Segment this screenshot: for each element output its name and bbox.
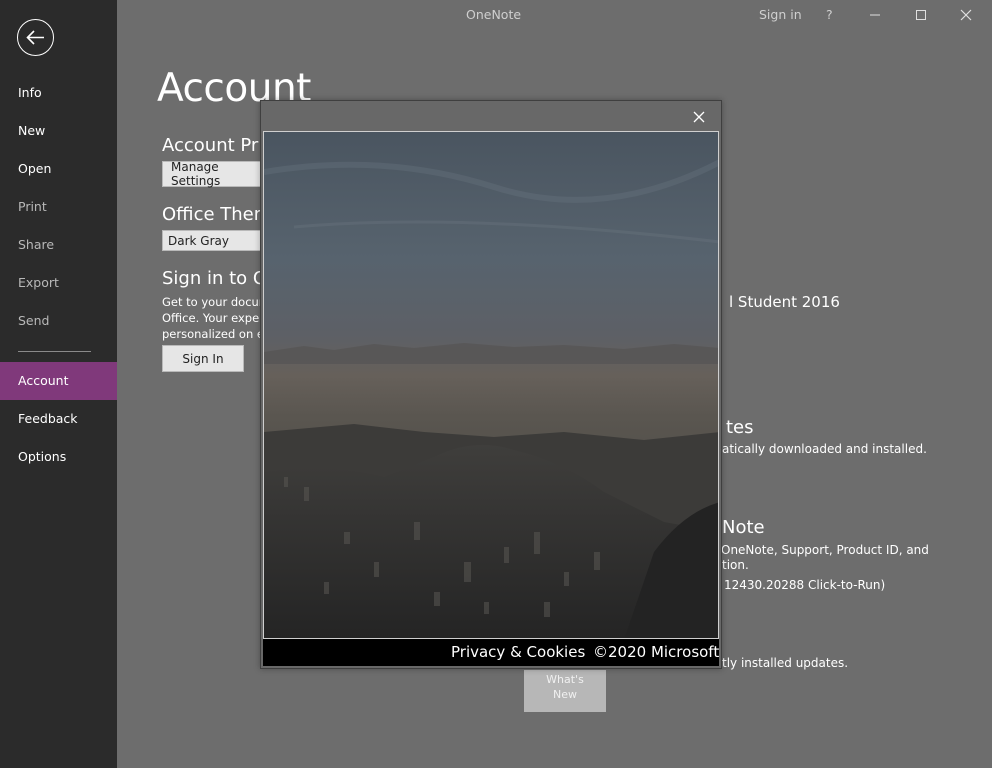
dialog-close-button[interactable] bbox=[689, 107, 709, 127]
help-button[interactable]: ? bbox=[826, 7, 833, 22]
whats-new-button[interactable]: What's New bbox=[524, 670, 606, 712]
sign-in-dialog: Privacy & Cookies ©2020 Microsoft bbox=[260, 100, 722, 669]
about-onenote-heading: Note bbox=[722, 517, 765, 538]
office-updates-heading: tes bbox=[726, 417, 754, 438]
minimize-icon bbox=[870, 14, 880, 16]
sign-in-button[interactable]: Sign In bbox=[162, 345, 244, 372]
nav-account[interactable]: Account bbox=[0, 362, 117, 400]
nav-info[interactable]: Info bbox=[0, 74, 117, 112]
nav-feedback[interactable]: Feedback bbox=[0, 400, 117, 438]
dialog-footer: Privacy & Cookies ©2020 Microsoft bbox=[263, 639, 719, 666]
backstage-sidebar: Info New Open Print Share Export Send Ac… bbox=[0, 0, 117, 768]
maximize-icon bbox=[916, 10, 926, 20]
minimize-button[interactable] bbox=[864, 4, 886, 26]
back-button[interactable] bbox=[17, 19, 54, 56]
nav-send[interactable]: Send bbox=[0, 302, 117, 340]
sign-in-link[interactable]: Sign in bbox=[759, 7, 802, 22]
account-privacy-heading: Account Priv bbox=[162, 135, 274, 156]
close-window-button[interactable] bbox=[955, 4, 977, 26]
product-name: l Student 2016 bbox=[729, 293, 840, 311]
sign-in-description: Get to your docum Office. Your exper per… bbox=[162, 295, 271, 341]
close-icon bbox=[960, 9, 972, 21]
whats-new-description: tly installed updates. bbox=[722, 656, 849, 670]
version-info: 12430.20288 Click-to-Run) bbox=[724, 578, 886, 592]
sign-in-heading: Sign in to Of bbox=[162, 268, 274, 289]
updates-description: atically downloaded and installed. bbox=[722, 442, 927, 456]
background-photo bbox=[263, 131, 719, 639]
nav-share[interactable]: Share bbox=[0, 226, 117, 264]
office-theme-select[interactable]: Dark Gray bbox=[162, 230, 272, 251]
privacy-cookies-link[interactable]: Privacy & Cookies bbox=[451, 643, 585, 661]
back-arrow-icon bbox=[26, 30, 44, 45]
nav-new[interactable]: New bbox=[0, 112, 117, 150]
copyright-text: ©2020 Microsoft bbox=[593, 643, 720, 661]
nav-open[interactable]: Open bbox=[0, 150, 117, 188]
about-description-line2: tion. bbox=[722, 558, 749, 572]
nav-options[interactable]: Options bbox=[0, 438, 117, 476]
close-icon bbox=[693, 111, 705, 123]
about-description-line1: OneNote, Support, Product ID, and bbox=[721, 543, 929, 557]
office-theme-heading: Office Them bbox=[162, 204, 272, 225]
maximize-button[interactable] bbox=[910, 4, 932, 26]
nav-print[interactable]: Print bbox=[0, 188, 117, 226]
window-title: OneNote bbox=[466, 7, 522, 22]
nav-divider bbox=[18, 351, 91, 352]
manage-settings-button[interactable]: Manage Settings bbox=[162, 160, 272, 188]
nav-export[interactable]: Export bbox=[0, 264, 117, 302]
